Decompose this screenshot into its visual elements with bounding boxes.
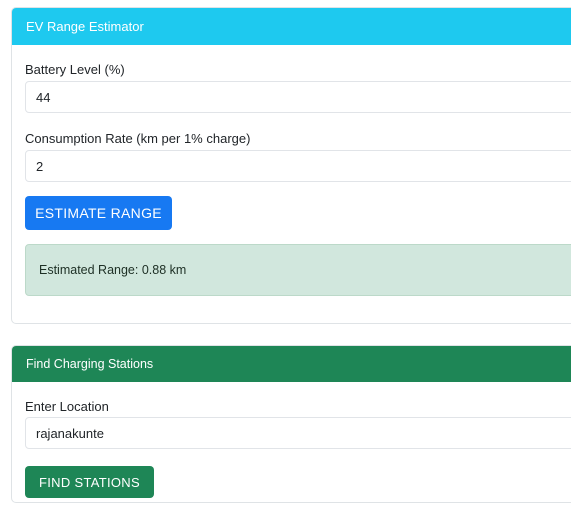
charging-stations-title: Find Charging Stations — [26, 357, 154, 371]
estimated-range-result: Estimated Range: 0.88 km — [25, 244, 571, 296]
battery-level-input[interactable] — [25, 81, 571, 113]
location-label: Enter Location — [25, 399, 109, 414]
charging-stations-card: Find Charging Stations Enter Location FI… — [11, 345, 571, 503]
consumption-rate-label: Consumption Rate (km per 1% charge) — [25, 131, 251, 146]
ev-range-estimator-header: EV Range Estimator — [12, 8, 571, 45]
ev-range-estimator-card: EV Range Estimator Battery Level (%) Con… — [11, 7, 571, 324]
find-stations-button[interactable]: FIND STATIONS — [25, 466, 154, 498]
charging-stations-header: Find Charging Stations — [12, 346, 571, 382]
estimate-range-button[interactable]: ESTIMATE RANGE — [25, 196, 172, 230]
battery-level-label: Battery Level (%) — [25, 62, 125, 77]
consumption-rate-input[interactable] — [25, 150, 571, 182]
location-input[interactable] — [25, 417, 571, 449]
ev-range-estimator-title: EV Range Estimator — [26, 19, 144, 34]
estimated-range-text: Estimated Range: 0.88 km — [39, 263, 187, 277]
